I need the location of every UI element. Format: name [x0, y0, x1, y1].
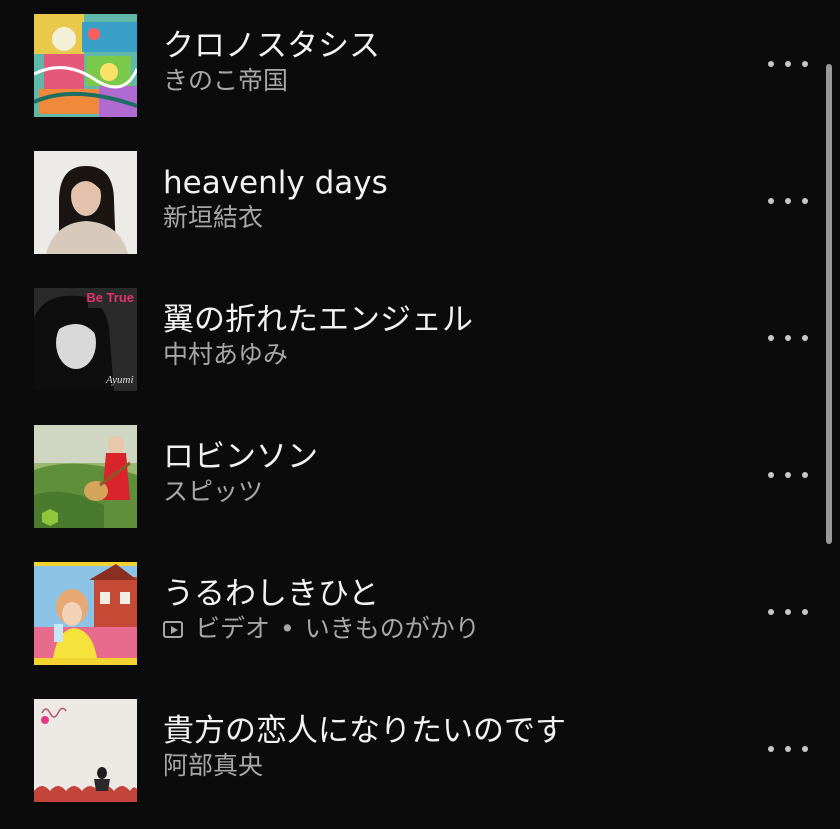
track-title: うるわしきひと [163, 576, 380, 612]
be-true-logo: Be True [86, 290, 134, 305]
more-icon-dot [802, 198, 808, 204]
more-options-button[interactable] [766, 52, 810, 76]
more-icon-dot [802, 335, 808, 341]
more-icon-dot [785, 472, 791, 478]
album-art-guitar-girl [34, 425, 137, 528]
track-artist: 阿部真央 [163, 751, 263, 781]
track-title: heavenly days [163, 165, 388, 201]
more-icon-dot [802, 746, 808, 752]
album-art-girl-drink [34, 562, 137, 665]
video-icon [163, 620, 183, 638]
artist-name: スピッツ [163, 477, 264, 506]
track-row[interactable]: 貴方の恋人になりたいのです 阿部真央 [0, 685, 840, 822]
more-icon-dot [768, 472, 774, 478]
album-art-portrait [34, 151, 137, 254]
album-art [34, 699, 137, 802]
track-row[interactable]: クロノスタシス きのこ帝国 [0, 0, 840, 137]
more-options-button[interactable] [766, 600, 810, 624]
album-art-bw-portrait: Be True Ayumi [34, 288, 137, 391]
artist-name: いきものがかり [304, 614, 480, 643]
track-artist: スピッツ [163, 477, 263, 507]
more-icon-dot [785, 335, 791, 341]
album-art-collage [34, 14, 137, 117]
album-art [34, 14, 137, 117]
more-options-button[interactable] [766, 737, 810, 761]
track-artist: きのこ帝国 [163, 66, 288, 96]
more-icon-dot [802, 609, 808, 615]
more-icon-dot [785, 61, 791, 67]
more-icon-dot [802, 472, 808, 478]
artist-name: 阿部真央 [163, 751, 264, 780]
scrollbar[interactable] [826, 64, 832, 544]
track-title: 翼の折れたエンジェル [163, 302, 473, 338]
ayumi-signature: Ayumi [105, 374, 134, 386]
more-icon-dot [785, 198, 791, 204]
track-title: 貴方の恋人になりたいのです [163, 713, 566, 749]
more-options-button[interactable] [766, 326, 810, 350]
track-row[interactable]: ロビンソン スピッツ [0, 411, 840, 548]
more-icon-dot [768, 335, 774, 341]
more-options-button[interactable] [766, 463, 810, 487]
more-icon-dot [785, 746, 791, 752]
track-row[interactable]: Be True Ayumi 翼の折れたエンジェル 中村あゆみ [0, 274, 840, 411]
more-icon-dot [802, 61, 808, 67]
more-icon-dot [768, 61, 774, 67]
album-art [34, 425, 137, 528]
content-type-label: ビデオ [195, 614, 271, 643]
track-row[interactable]: heavenly days 新垣結衣 [0, 137, 840, 274]
track-artist: ビデオ • いきものがかり [163, 614, 480, 644]
more-icon-dot [768, 746, 774, 752]
track-list: クロノスタシス きのこ帝国 heavenly days 新垣結衣 Be True… [0, 0, 840, 829]
track-artist: 新垣結衣 [163, 203, 263, 233]
artist-name: 新垣結衣 [163, 203, 264, 232]
more-icon-dot [768, 198, 774, 204]
artist-name: きのこ帝国 [163, 66, 289, 95]
album-art [34, 151, 137, 254]
more-icon-dot [768, 609, 774, 615]
track-row[interactable]: うるわしきひと ビデオ • いきものがかり [0, 548, 840, 685]
album-art-pale [34, 699, 137, 802]
more-icon-dot [785, 609, 791, 615]
track-title: クロノスタシス [163, 28, 380, 64]
subtitle-separator: • [280, 614, 295, 643]
track-title: ロビンソン [163, 439, 318, 475]
more-options-button[interactable] [766, 189, 810, 213]
album-art: Be True Ayumi [34, 288, 137, 391]
artist-name: 中村あゆみ [163, 340, 289, 369]
album-art [34, 562, 137, 665]
track-artist: 中村あゆみ [163, 340, 288, 370]
